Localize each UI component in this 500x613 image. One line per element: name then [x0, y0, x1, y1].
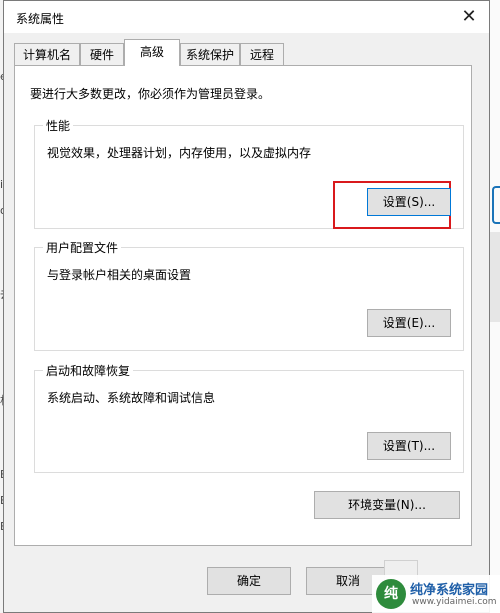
performance-group: 性能 视觉效果，处理器计划，内存使用，以及虚拟内存 设置(S)...	[34, 117, 464, 229]
watermark-logo-icon: 纯	[376, 579, 406, 609]
admin-notice: 要进行大多数更改，你必须作为管理员登录。	[30, 87, 271, 101]
background-scroll-area	[490, 232, 500, 322]
startup-recovery-settings-button[interactable]: 设置(T)...	[367, 432, 451, 460]
dialog-title: 系统属性	[16, 12, 65, 26]
startup-recovery-description: 系统启动、系统故障和调试信息	[47, 391, 216, 405]
close-icon[interactable]: ✕	[455, 4, 483, 30]
watermark: 纯 纯净系统家园 www.yidaimei.com	[372, 575, 500, 613]
environment-variables-button[interactable]: 环境变量(N)...	[314, 491, 460, 519]
ok-button[interactable]: 确定	[207, 567, 291, 595]
user-profiles-description: 与登录帐户相关的桌面设置	[47, 268, 192, 282]
startup-recovery-group: 启动和故障恢复 系统启动、系统故障和调试信息 设置(T)...	[34, 362, 464, 473]
background-window-right	[489, 0, 500, 613]
performance-settings-button[interactable]: 设置(S)...	[367, 188, 451, 216]
performance-title: 性能	[43, 117, 74, 134]
tab-hardware[interactable]: 硬件	[80, 43, 124, 65]
watermark-title: 纯净系统家园	[410, 583, 489, 598]
system-properties-dialog: 系统属性 ✕ 计算机名 硬件 高级 系统保护 远程 要进行大多数更改，你必须作为…	[3, 0, 490, 613]
background-control	[492, 186, 500, 224]
user-profiles-title: 用户配置文件	[43, 239, 122, 256]
title-bar[interactable]: 系统属性 ✕	[4, 1, 489, 33]
tab-system-protection[interactable]: 系统保护	[180, 43, 240, 65]
tab-computer-name[interactable]: 计算机名	[14, 43, 80, 65]
user-profiles-group: 用户配置文件 与登录帐户相关的桌面设置 设置(E)...	[34, 239, 464, 351]
startup-recovery-title: 启动和故障恢复	[43, 362, 134, 379]
tab-remote[interactable]: 远程	[240, 43, 284, 65]
performance-description: 视觉效果，处理器计划，内存使用，以及虚拟内存	[47, 146, 312, 160]
tab-advanced[interactable]: 高级	[124, 39, 180, 66]
user-profiles-settings-button[interactable]: 设置(E)...	[367, 309, 451, 337]
watermark-url: www.yidaimei.com	[412, 597, 497, 607]
